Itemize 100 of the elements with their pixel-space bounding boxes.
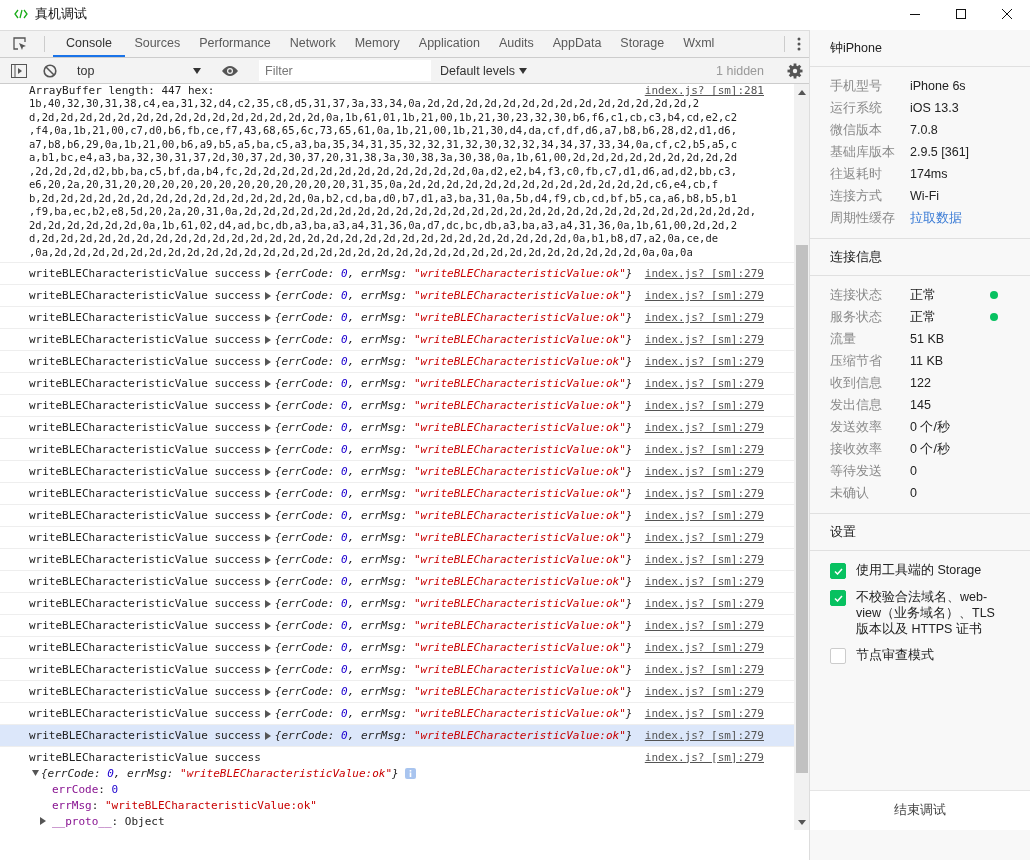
hex-dump-line: ,f4,0a,1b,21,00,c7,d0,b6,fb,ce,f7,43,68,65,6c,73,65,61,0a,1b,21,00,1b,21,30,d4,da,cf,df,d6,a7,b8,b6,28,d2,d1,d6,	[29, 124, 738, 138]
source-link[interactable]: index.js? [sm]:279	[644, 465, 764, 478]
collapsed-triangle-icon[interactable]	[264, 577, 272, 586]
section-heading: 设置	[810, 514, 1030, 551]
collapsed-triangle-icon[interactable]	[264, 335, 272, 344]
source-link[interactable]: index.js? [sm]:279	[644, 487, 764, 500]
source-link[interactable]: index.js? [sm]:279	[644, 750, 764, 764]
scrollbar[interactable]	[794, 84, 809, 830]
source-link[interactable]: index.js? [sm]:279	[644, 509, 764, 522]
object-preview: {errCode: 0, errMsg: "writeBLECharacteristicValue:ok"}	[274, 685, 633, 698]
source-link[interactable]: index.js? [sm]:281	[644, 84, 764, 97]
check-icon	[833, 567, 843, 575]
object-preview: {errCode: 0, errMsg: "writeBLECharacteristicValue:ok"}	[274, 619, 633, 632]
collapsed-triangle-icon[interactable]	[264, 401, 272, 410]
checkbox[interactable]	[830, 590, 846, 606]
log-message: writeBLECharacteristicValue success	[29, 267, 261, 280]
checkbox[interactable]	[830, 563, 846, 579]
checkbox[interactable]	[830, 648, 846, 664]
info-label: 未确认	[830, 484, 870, 502]
expanded-triangle-icon[interactable]	[32, 769, 39, 777]
info-value: 11 KB	[910, 354, 945, 368]
devtools-tab[interactable]: Storage	[610, 31, 674, 57]
filter-field[interactable]: Filter	[259, 60, 431, 81]
collapsed-triangle-icon[interactable]	[264, 467, 272, 476]
context-select[interactable]: top	[71, 59, 205, 82]
info-value: 0	[910, 464, 918, 478]
devtools-tab[interactable]: Network	[280, 31, 346, 57]
devtools-tab[interactable]: Application	[409, 31, 490, 57]
devtools-tab[interactable]: Audits	[489, 31, 544, 57]
collapsed-triangle-icon[interactable]	[264, 599, 272, 608]
fetch-data-link[interactable]: 拉取数据	[910, 209, 990, 227]
collapsed-triangle-icon[interactable]	[264, 687, 272, 696]
devtools-tab[interactable]: Wxml	[673, 31, 724, 57]
log-message: writeBLECharacteristicValue success	[29, 575, 261, 588]
collapsed-triangle-icon[interactable]	[264, 269, 272, 278]
info-value: 174ms	[910, 167, 949, 181]
scroll-down-icon[interactable]	[797, 820, 806, 825]
source-link[interactable]: index.js? [sm]:279	[644, 707, 764, 720]
collapsed-triangle-icon[interactable]	[264, 423, 272, 432]
collapsed-triangle-icon[interactable]	[264, 665, 272, 674]
source-link[interactable]: index.js? [sm]:279	[644, 443, 764, 456]
collapsed-triangle-icon[interactable]	[264, 489, 272, 498]
source-link[interactable]: index.js? [sm]:279	[644, 267, 764, 280]
collapsed-triangle-icon[interactable]	[264, 533, 272, 542]
section-heading: 连接信息	[810, 239, 1030, 276]
source-link[interactable]: index.js? [sm]:279	[644, 619, 764, 632]
collapsed-triangle-icon[interactable]	[264, 313, 272, 322]
log-row[interactable]: writeBLECharacteristicValue success {errCode: 0, errMsg: "writeBLECharacteristicValue:ok"} index.js? [sm]:279	[0, 725, 794, 747]
collapsed-triangle-icon[interactable]	[264, 555, 272, 564]
collapsed-triangle-icon[interactable]	[264, 709, 272, 718]
scroll-up-icon[interactable]	[797, 90, 806, 95]
collapsed-triangle-icon[interactable]	[264, 445, 272, 454]
source-link[interactable]: index.js? [sm]:279	[644, 685, 764, 698]
source-link[interactable]: index.js? [sm]:279	[644, 289, 764, 302]
source-link[interactable]: index.js? [sm]:279	[644, 311, 764, 324]
source-link[interactable]: index.js? [sm]:279	[644, 575, 764, 588]
object-preview: {errCode: 0, errMsg: "writeBLECharacteristicValue:ok"}	[274, 487, 633, 500]
collapsed-triangle-icon[interactable]	[264, 621, 272, 630]
source-link[interactable]: index.js? [sm]:279	[644, 333, 764, 346]
source-link[interactable]: index.js? [sm]:279	[644, 641, 764, 654]
info-label: 收到信息	[830, 374, 883, 392]
devtools-tab[interactable]: Sources	[124, 31, 190, 57]
object-preview: {errCode: 0, errMsg: "writeBLECharacteristicValue:ok"}	[274, 531, 633, 544]
info-label: 流量	[830, 330, 857, 348]
devtools-tab[interactable]: Performance	[189, 31, 281, 57]
source-link[interactable]: index.js? [sm]:279	[644, 729, 764, 742]
log-message: writeBLECharacteristicValue success	[29, 553, 261, 566]
source-link[interactable]: index.js? [sm]:279	[644, 553, 764, 566]
log-message: writeBLECharacteristicValue success	[29, 355, 261, 368]
collapsed-triangle-icon[interactable]	[264, 731, 272, 740]
source-link[interactable]: index.js? [sm]:279	[644, 377, 764, 390]
eye-icon	[221, 64, 239, 77]
log-levels-dropdown[interactable]: Default levels	[437, 63, 531, 78]
object-preview: {errCode: 0, errMsg: "writeBLECharacteristicValue:ok"}	[274, 333, 633, 346]
collapsed-triangle-icon[interactable]	[264, 357, 272, 366]
info-value: 2.9.5 [361]	[910, 145, 971, 159]
option-label: 不校验合法域名、web-view（业务域名）、TLS 版本以及 HTTPS 证书	[856, 589, 996, 637]
log-message: writeBLECharacteristicValue success	[29, 641, 261, 654]
info-label: 周期性缓存	[830, 209, 896, 227]
collapsed-triangle-icon[interactable]	[264, 511, 272, 520]
object-preview: {errCode: 0, errMsg: "writeBLECharacteristicValue:ok"}	[274, 289, 633, 302]
info-label: 发送效率	[830, 418, 883, 436]
collapsed-triangle-icon[interactable]	[264, 379, 272, 388]
devtools-tab[interactable]: AppData	[543, 31, 611, 57]
source-link[interactable]: index.js? [sm]:279	[644, 355, 764, 368]
object-preview: {errCode: 0, errMsg: "writeBLECharacteristicValue:ok"}	[274, 553, 633, 566]
collapsed-triangle-icon[interactable]	[264, 291, 272, 300]
collapsed-triangle-icon[interactable]	[264, 643, 272, 652]
source-link[interactable]: index.js? [sm]:279	[644, 399, 764, 412]
source-link[interactable]: index.js? [sm]:279	[644, 421, 764, 434]
info-label: 手机型号	[830, 77, 883, 95]
devtools-tab[interactable]: Memory	[345, 31, 410, 57]
source-link[interactable]: index.js? [sm]:279	[644, 531, 764, 544]
hex-dump-line: b,2d,2d,2d,2d,2d,2d,2d,2d,2d,2d,2d,2d,2d,2d,0a,b2,cd,ba,d0,b7,d1,a3,ba,31,0a,5b,d4,f9,cb,cd,bf,b5,ca,a6,b8,b5,b1	[29, 191, 738, 205]
log-message: writeBLECharacteristicValue success	[29, 311, 261, 324]
collapsed-triangle-icon[interactable]	[40, 817, 47, 825]
source-link[interactable]: index.js? [sm]:279	[644, 663, 764, 676]
source-link[interactable]: index.js? [sm]:279	[644, 597, 764, 610]
object-preview: {errCode: 0, errMsg: "writeBLECharacteristicValue:ok"}	[274, 421, 633, 434]
end-debug-button[interactable]: 结束调试	[810, 790, 1030, 830]
